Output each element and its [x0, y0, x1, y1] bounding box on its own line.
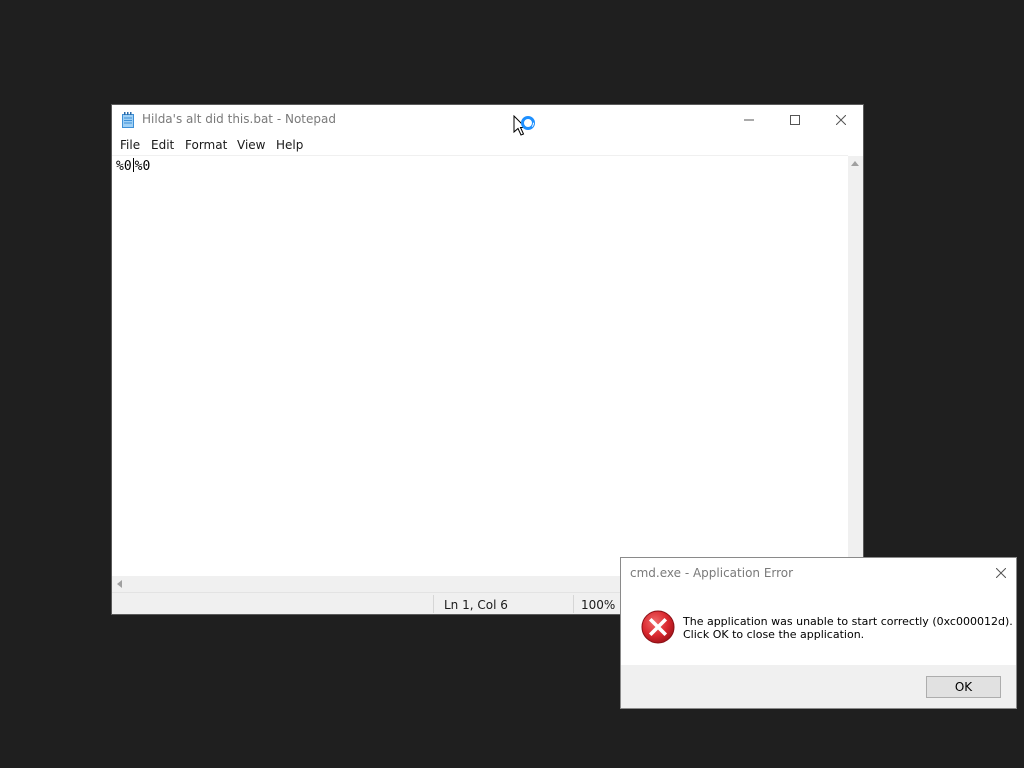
minimize-icon: [744, 119, 754, 121]
busy-pointer-icon: [513, 114, 539, 143]
notepad-icon: [121, 112, 135, 128]
dialog-title: cmd.exe - Application Error: [630, 566, 794, 580]
menu-file[interactable]: File: [120, 138, 140, 152]
menu-edit[interactable]: Edit: [151, 138, 174, 152]
content-after-caret: %0: [134, 159, 151, 174]
error-icon: [641, 610, 675, 644]
close-button[interactable]: [818, 105, 864, 135]
menu-bar: File Edit Format View Help: [112, 136, 863, 155]
dialog-message-line2: Click OK to close the application.: [683, 628, 865, 641]
notepad-window: Hilda's alt did this.bat - Notepad File: [111, 104, 864, 615]
minimize-button[interactable]: [726, 105, 772, 135]
close-icon: [836, 115, 846, 125]
maximize-icon: [790, 115, 800, 125]
scroll-up-arrow-icon[interactable]: [851, 161, 859, 166]
maximize-button[interactable]: [772, 105, 818, 135]
dialog-close-button[interactable]: [987, 561, 1015, 585]
cursor-position: Ln 1, Col 6: [444, 598, 508, 612]
menu-help[interactable]: Help: [276, 138, 303, 152]
text-editor[interactable]: %0 %0: [112, 155, 848, 577]
dialog-footer: OK: [621, 665, 1016, 708]
zoom-level: 100%: [581, 598, 616, 612]
status-divider: [573, 595, 574, 613]
text-caret: [132, 158, 134, 172]
ok-button[interactable]: OK: [926, 676, 1001, 698]
close-icon: [996, 568, 1006, 578]
window-title: Hilda's alt did this.bat - Notepad: [142, 112, 336, 126]
dialog-message: The application was unable to start corr…: [683, 615, 1013, 641]
status-divider: [433, 595, 434, 613]
desktop: Hilda's alt did this.bat - Notepad File: [0, 0, 1024, 768]
scroll-left-arrow-icon[interactable]: [117, 580, 122, 588]
menu-format[interactable]: Format: [185, 138, 227, 152]
title-bar[interactable]: Hilda's alt did this.bat - Notepad: [112, 105, 863, 136]
menu-view[interactable]: View: [237, 138, 265, 152]
vertical-scrollbar[interactable]: [848, 156, 863, 576]
error-dialog: cmd.exe - Application Error The applicat…: [620, 557, 1017, 709]
content-before-caret: %0: [116, 159, 132, 174]
dialog-message-line1: The application was unable to start corr…: [683, 615, 1013, 628]
editor-content: %0 %0: [116, 158, 150, 174]
